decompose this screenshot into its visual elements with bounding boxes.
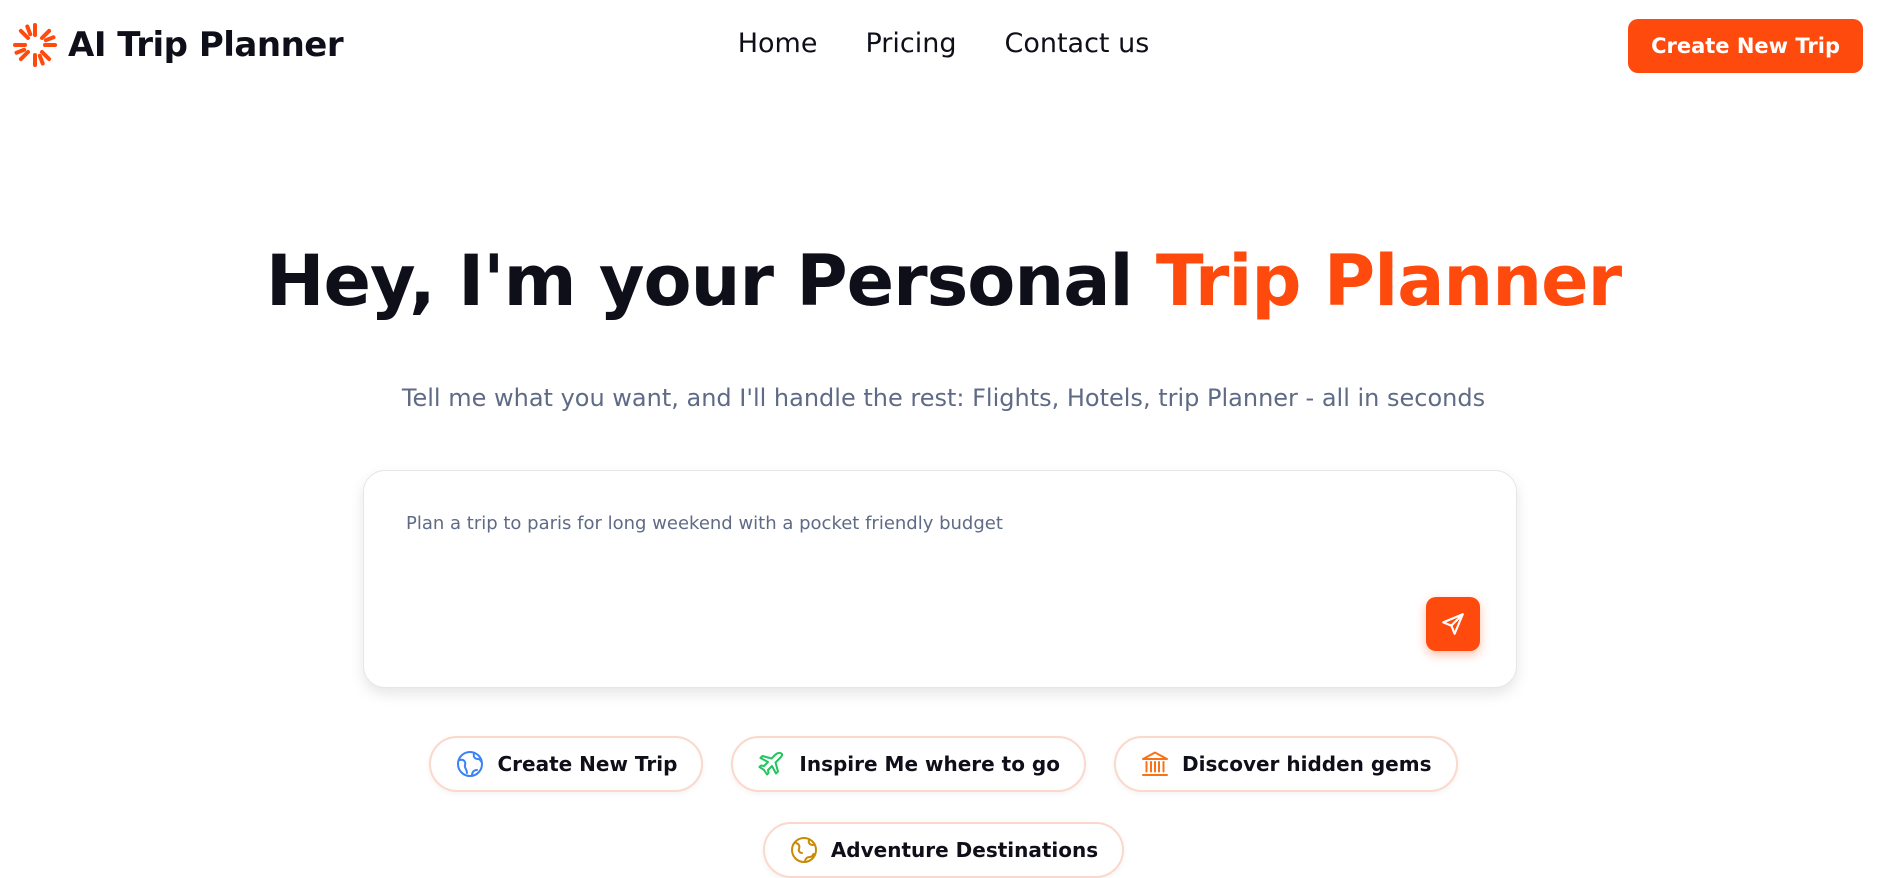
landmark-icon: [1141, 751, 1168, 776]
chip-label: Discover hidden gems: [1181, 752, 1432, 776]
nav-link-pricing[interactable]: Pricing: [865, 28, 956, 59]
trip-prompt-box[interactable]: Plan a trip to paris for long weekend wi…: [363, 470, 1517, 688]
send-button[interactable]: [1426, 597, 1480, 651]
chip-label: Adventure Destinations: [830, 838, 1099, 862]
chip-create-new-trip[interactable]: Create New Trip: [429, 736, 704, 792]
nav-link-home[interactable]: Home: [738, 28, 818, 59]
hero-subtitle: Tell me what you want, and I'll handle t…: [401, 384, 1486, 412]
compass-globe-icon: [790, 837, 817, 863]
chip-label: Create New Trip: [497, 752, 678, 776]
create-new-trip-button[interactable]: Create New Trip: [1628, 19, 1863, 73]
hero-title-accent: Trip Planner: [1155, 240, 1622, 322]
hero-title: Hey, I'm your Personal Trip Planner: [0, 240, 1887, 322]
plane-icon: [758, 751, 784, 776]
chip-discover-hidden-gems[interactable]: Discover hidden gems: [1113, 736, 1458, 792]
main-nav: Home Pricing Contact us: [0, 28, 1887, 59]
send-icon: [1442, 613, 1464, 635]
suggestion-chips-row-2: Adventure Destinations: [0, 822, 1887, 878]
suggestion-chips: Create New Trip Inspire Me where to go D…: [0, 736, 1887, 792]
trip-prompt-input[interactable]: Plan a trip to paris for long weekend wi…: [406, 513, 1003, 534]
chip-label: Inspire Me where to go: [799, 752, 1060, 776]
top-navbar: AI Trip Planner Home Pricing Contact us …: [0, 0, 1887, 96]
chip-inspire-me[interactable]: Inspire Me where to go: [731, 736, 1086, 792]
chip-adventure-destinations[interactable]: Adventure Destinations: [762, 822, 1125, 878]
hero-title-prefix: Hey, I'm your Personal: [265, 240, 1134, 322]
globe-icon: [457, 751, 484, 777]
nav-link-contact[interactable]: Contact us: [1004, 28, 1149, 59]
